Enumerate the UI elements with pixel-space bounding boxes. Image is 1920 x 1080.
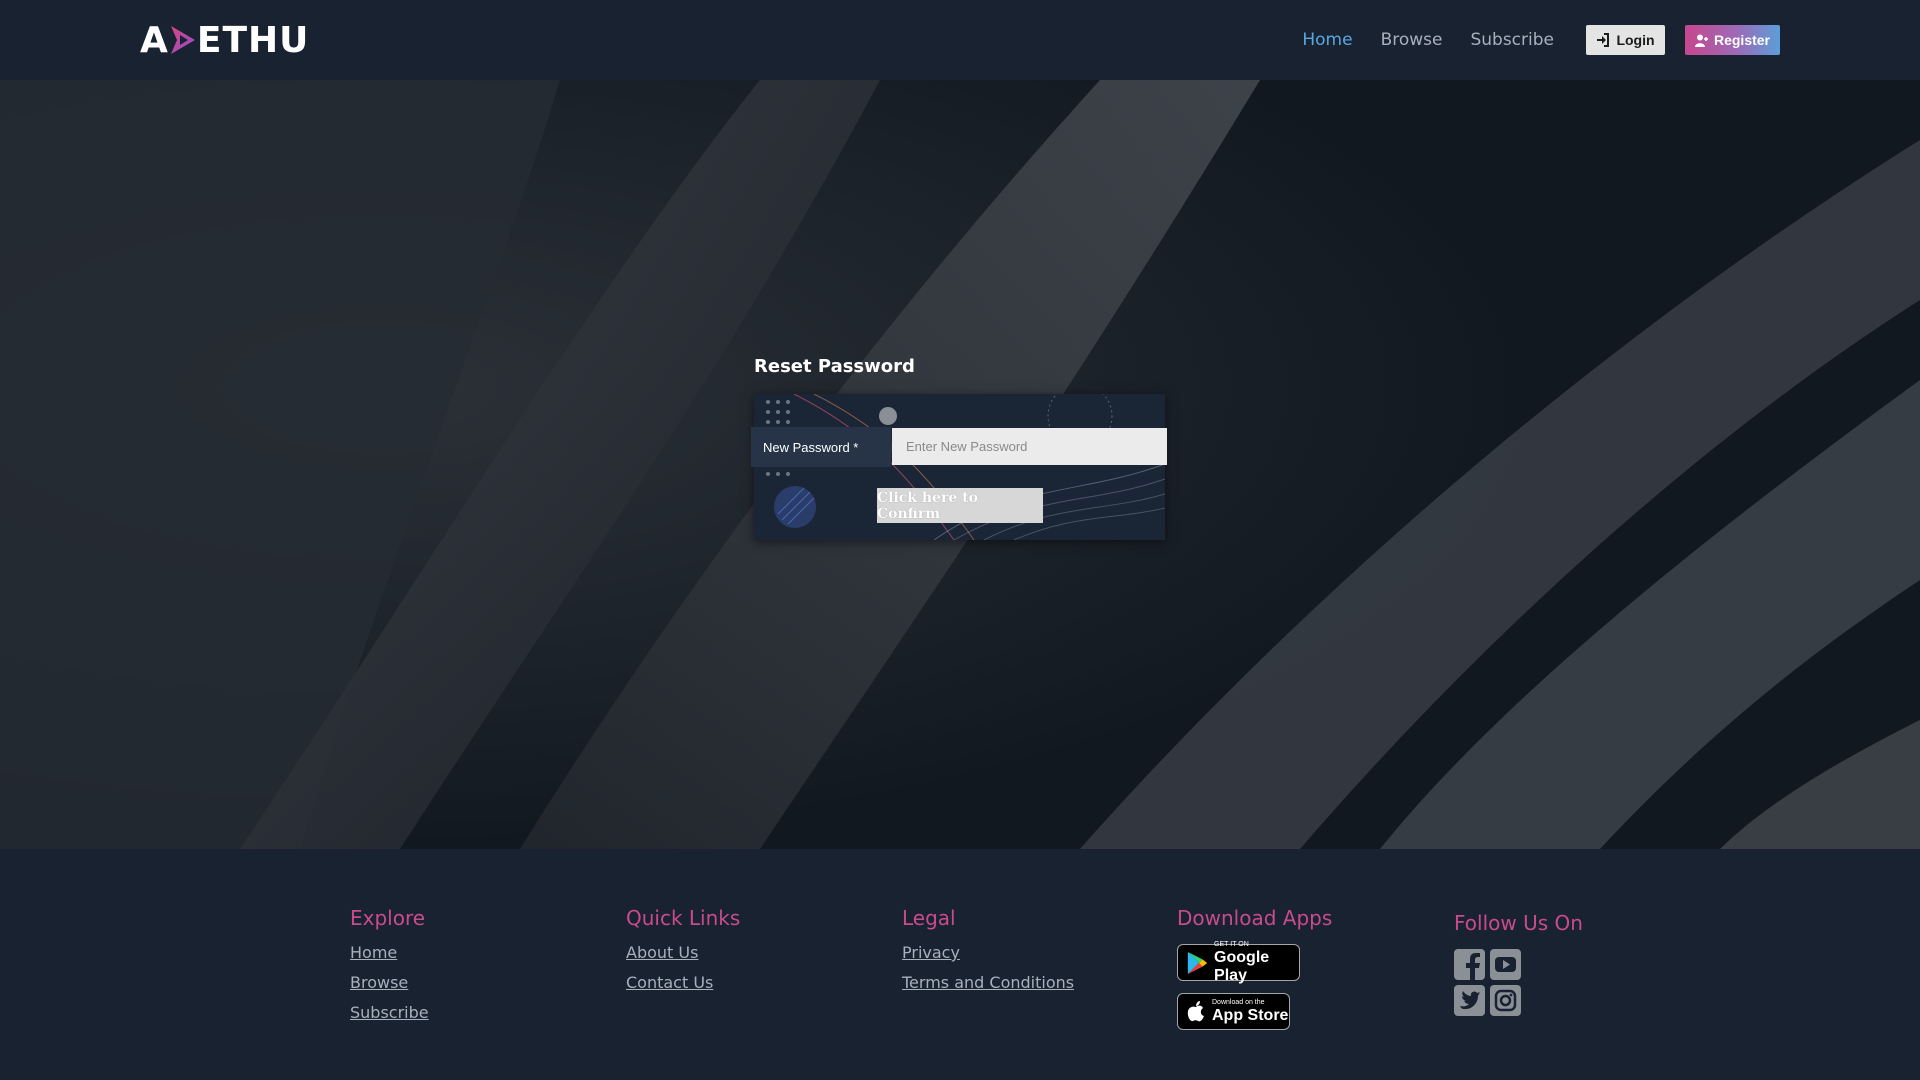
footer-link-about-us[interactable]: About Us [626, 944, 740, 962]
footer-link-subscribe[interactable]: Subscribe [350, 1004, 429, 1022]
new-password-input[interactable] [892, 428, 1167, 465]
footer-download-apps: Download Apps GET IT ON Google Play Down… [1177, 906, 1332, 1042]
footer-explore: Explore Home Browse Subscribe [350, 906, 429, 1034]
quick-links-heading: Quick Links [626, 906, 741, 930]
app-store-big-text: App Store [1212, 1006, 1289, 1024]
reset-password-title: Reset Password [754, 356, 915, 377]
site-header: A ETHU Home Browse Subscribe Login Regis… [0, 0, 1920, 80]
register-label: Register [1713, 32, 1771, 48]
twitter-icon[interactable] [1454, 985, 1485, 1016]
follow-heading: Follow Us On [1454, 911, 1583, 935]
new-password-label: New Password * [751, 427, 897, 467]
footer-follow: Follow Us On [1454, 911, 1583, 1016]
explore-heading: Explore [350, 906, 426, 930]
google-play-small-text: GET IT ON [1214, 940, 1249, 948]
logo-text-right: ETHU [196, 19, 310, 61]
sign-in-icon [1597, 33, 1610, 47]
app-store-small-text: Download on the [1212, 998, 1265, 1006]
site-footer: Explore Home Browse Subscribe Quick Link… [0, 849, 1920, 1080]
nav-browse[interactable]: Browse [1381, 30, 1443, 50]
footer-link-privacy[interactable]: Privacy [902, 944, 1074, 962]
login-button[interactable]: Login [1586, 25, 1665, 55]
footer-link-terms[interactable]: Terms and Conditions [902, 974, 1074, 992]
footer-legal: Legal Privacy Terms and Conditions [902, 906, 1074, 1004]
youtube-icon[interactable] [1490, 949, 1521, 980]
google-play-badge[interactable]: GET IT ON Google Play [1177, 940, 1300, 984]
user-plus-icon [1694, 34, 1708, 47]
footer-link-contact-us[interactable]: Contact Us [626, 974, 740, 992]
apple-icon [1187, 1000, 1204, 1021]
nav-subscribe[interactable]: Subscribe [1470, 30, 1554, 50]
register-button[interactable]: Register [1685, 25, 1780, 55]
site-logo[interactable]: A ETHU [140, 19, 310, 61]
login-label: Login [1616, 32, 1655, 48]
play-logo-icon [170, 26, 195, 54]
main-nav: Home Browse Subscribe Login Register [1274, 25, 1780, 55]
instagram-icon[interactable] [1490, 985, 1521, 1016]
google-play-icon [1187, 951, 1208, 974]
footer-quick-links: Quick Links About Us Contact Us [626, 906, 740, 1004]
download-apps-heading: Download Apps [1177, 906, 1333, 930]
facebook-icon[interactable] [1454, 949, 1485, 980]
nav-home[interactable]: Home [1302, 30, 1352, 50]
legal-heading: Legal [902, 906, 956, 930]
app-store-badge[interactable]: Download on the App Store [1177, 993, 1290, 1030]
google-play-big-text: Google Play [1214, 948, 1270, 984]
confirm-button[interactable]: Click here to Confirm [877, 488, 1043, 523]
footer-link-home[interactable]: Home [350, 944, 429, 962]
social-icons [1454, 949, 1583, 1016]
footer-link-browse[interactable]: Browse [350, 974, 429, 992]
